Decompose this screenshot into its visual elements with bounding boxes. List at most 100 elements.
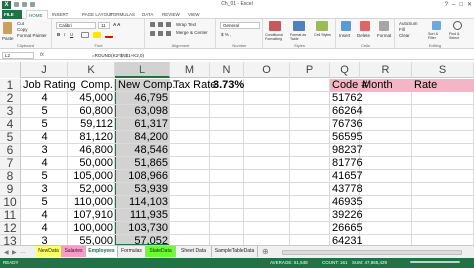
tab-insert[interactable]: INSERT bbox=[50, 10, 70, 19]
cell-l-6[interactable]: 48,546 bbox=[115, 144, 170, 157]
column-header-m[interactable]: M bbox=[170, 62, 210, 78]
cell-styles-button[interactable]: Cell Styles bbox=[314, 33, 332, 37]
cell-j-13[interactable]: 3 bbox=[21, 235, 68, 245]
column-header-s[interactable]: S bbox=[412, 62, 474, 78]
underline-button[interactable]: U bbox=[70, 32, 73, 37]
cell-k-13[interactable]: 55,000 bbox=[68, 235, 115, 245]
cut-button[interactable]: Cut bbox=[17, 21, 24, 26]
conditional-formatting-icon[interactable] bbox=[269, 21, 281, 31]
cell-l-5[interactable]: 84,200 bbox=[115, 131, 170, 144]
cell-k-3[interactable]: 60,800 bbox=[68, 105, 115, 118]
grow-font-icon[interactable]: A A bbox=[113, 22, 120, 27]
cell-l-10[interactable]: 114,103 bbox=[115, 196, 170, 209]
cell-m1[interactable]: Tax Rate bbox=[171, 79, 216, 92]
select-all-corner[interactable] bbox=[0, 62, 21, 78]
column-header-p[interactable]: P bbox=[290, 62, 330, 78]
font-size-select[interactable]: 11 bbox=[98, 22, 110, 29]
cell-l-2[interactable]: 46,795 bbox=[115, 92, 170, 105]
sheet-next-icon[interactable]: ▶ bbox=[12, 249, 17, 256]
cell-j-9[interactable]: 3 bbox=[21, 183, 68, 196]
cell-q-7[interactable]: 81776 bbox=[330, 157, 363, 170]
tab-review[interactable]: REVIEW bbox=[160, 10, 182, 19]
paste-icon[interactable] bbox=[3, 22, 12, 34]
cell-k-7[interactable]: 50,000 bbox=[68, 157, 115, 170]
cell-q-6[interactable]: 98237 bbox=[330, 144, 363, 157]
column-header-r[interactable]: R bbox=[360, 62, 412, 78]
cell-k-10[interactable]: 110,000 bbox=[68, 196, 115, 209]
delete-cells-icon[interactable] bbox=[360, 21, 370, 31]
column-header-l[interactable]: L bbox=[115, 62, 170, 78]
formula-input[interactable]: =ROUND(K2*$N$1+K2,0) bbox=[92, 52, 144, 59]
cell-j-2[interactable]: 4 bbox=[21, 92, 68, 105]
font-color-icon[interactable] bbox=[105, 32, 113, 38]
cell-k1[interactable]: Comp. bbox=[68, 79, 115, 92]
worksheet-grid[interactable]: J K L M N O P Q R S 1 2 3 4 5 6 7 8 9 10 11 12 13 Jo… bbox=[0, 62, 474, 245]
cell-j-6[interactable]: 3 bbox=[21, 144, 68, 157]
cell-l-3[interactable]: 63,098 bbox=[115, 105, 170, 118]
cell-q-12[interactable]: 26665 bbox=[330, 222, 363, 235]
cell-q-10[interactable]: 46935 bbox=[330, 196, 363, 209]
cell-j-5[interactable]: 4 bbox=[21, 131, 68, 144]
vertical-align-icon[interactable] bbox=[150, 22, 172, 27]
fill-color-icon[interactable] bbox=[93, 32, 101, 38]
cell-s1[interactable]: Rate bbox=[412, 79, 452, 92]
cell-q-2[interactable]: 51762 bbox=[330, 92, 363, 105]
tab-data[interactable]: DATA bbox=[140, 10, 155, 19]
column-header-q[interactable]: Q bbox=[330, 62, 360, 78]
maximize-icon[interactable]: □ bbox=[459, 1, 463, 9]
sheet-tab-sheet-data[interactable]: Sheet Data bbox=[176, 246, 212, 257]
cell-l1[interactable]: New Comp. bbox=[116, 79, 175, 92]
column-header-n[interactable]: N bbox=[210, 62, 244, 78]
autosum-button[interactable]: AutoSum bbox=[399, 21, 418, 26]
minimize-icon[interactable]: – bbox=[452, 1, 455, 9]
bold-button[interactable]: B bbox=[57, 32, 60, 37]
cell-n1[interactable]: 3.73% bbox=[211, 79, 251, 92]
cell-k-9[interactable]: 52,000 bbox=[68, 183, 115, 196]
cell-q-9[interactable]: 43778 bbox=[330, 183, 363, 196]
clear-button[interactable]: Clear bbox=[399, 33, 410, 38]
cell-k-8[interactable]: 105,000 bbox=[68, 170, 115, 183]
cell-q1[interactable]: Code # bbox=[330, 79, 367, 92]
format-painter-button[interactable]: Format Painter bbox=[17, 33, 47, 38]
zoom-slider[interactable] bbox=[410, 261, 460, 263]
sort-filter-button[interactable]: Sort & Filter bbox=[428, 32, 446, 40]
format-as-table-button[interactable]: Format as Table bbox=[290, 33, 310, 41]
cell-j-10[interactable]: 5 bbox=[21, 196, 68, 209]
merge-center-button[interactable]: Merge & Center bbox=[176, 30, 208, 35]
cell-l-11[interactable]: 111,935 bbox=[115, 209, 170, 222]
cell-q-8[interactable]: 41657 bbox=[330, 170, 363, 183]
help-icon[interactable]: ? bbox=[445, 1, 448, 9]
cell-k-5[interactable]: 81,120 bbox=[68, 131, 115, 144]
horizontal-align-icon[interactable] bbox=[150, 31, 172, 36]
cell-l-7[interactable]: 51,865 bbox=[115, 157, 170, 170]
add-sheet-icon[interactable]: ⊕ bbox=[262, 247, 269, 256]
cell-j-12[interactable]: 4 bbox=[21, 222, 68, 235]
fx-icon[interactable]: fx bbox=[40, 52, 44, 59]
close-icon[interactable]: ✕ bbox=[467, 1, 472, 9]
row-header-13[interactable]: 13 bbox=[0, 235, 21, 245]
wrap-text-button[interactable]: Wrap Text bbox=[176, 22, 196, 27]
cell-q-5[interactable]: 56595 bbox=[330, 131, 363, 144]
name-box[interactable]: L2 bbox=[2, 52, 34, 59]
cell-l-9[interactable]: 53,939 bbox=[115, 183, 170, 196]
insert-button[interactable]: Insert bbox=[339, 33, 350, 38]
sheet-tab-statedata[interactable]: StateData bbox=[146, 246, 176, 257]
font-name-select[interactable]: Calibri bbox=[56, 22, 96, 29]
find-select-icon[interactable] bbox=[453, 21, 462, 30]
sheet-tab-employees[interactable]: Employees bbox=[86, 246, 118, 257]
tab-view[interactable]: VIEW bbox=[186, 10, 202, 19]
column-header-j[interactable]: J bbox=[21, 62, 68, 78]
column-header-k[interactable]: K bbox=[68, 62, 115, 78]
format-as-table-icon[interactable] bbox=[293, 21, 305, 31]
cell-j-3[interactable]: 5 bbox=[21, 105, 68, 118]
cell-l-4[interactable]: 61,317 bbox=[115, 118, 170, 131]
sheet-tab-sampletabledata[interactable]: SampleTableData bbox=[212, 246, 258, 257]
horizontal-scrollbar[interactable] bbox=[282, 250, 462, 255]
cell-j-8[interactable]: 5 bbox=[21, 170, 68, 183]
tab-formulas[interactable]: FORMULAS bbox=[108, 10, 137, 19]
tab-file[interactable]: FILE bbox=[2, 10, 22, 19]
paste-button[interactable]: Paste bbox=[2, 36, 14, 41]
cell-q-11[interactable]: 39226 bbox=[330, 209, 363, 222]
cell-l-8[interactable]: 108,966 bbox=[115, 170, 170, 183]
sort-filter-icon[interactable] bbox=[432, 21, 441, 30]
